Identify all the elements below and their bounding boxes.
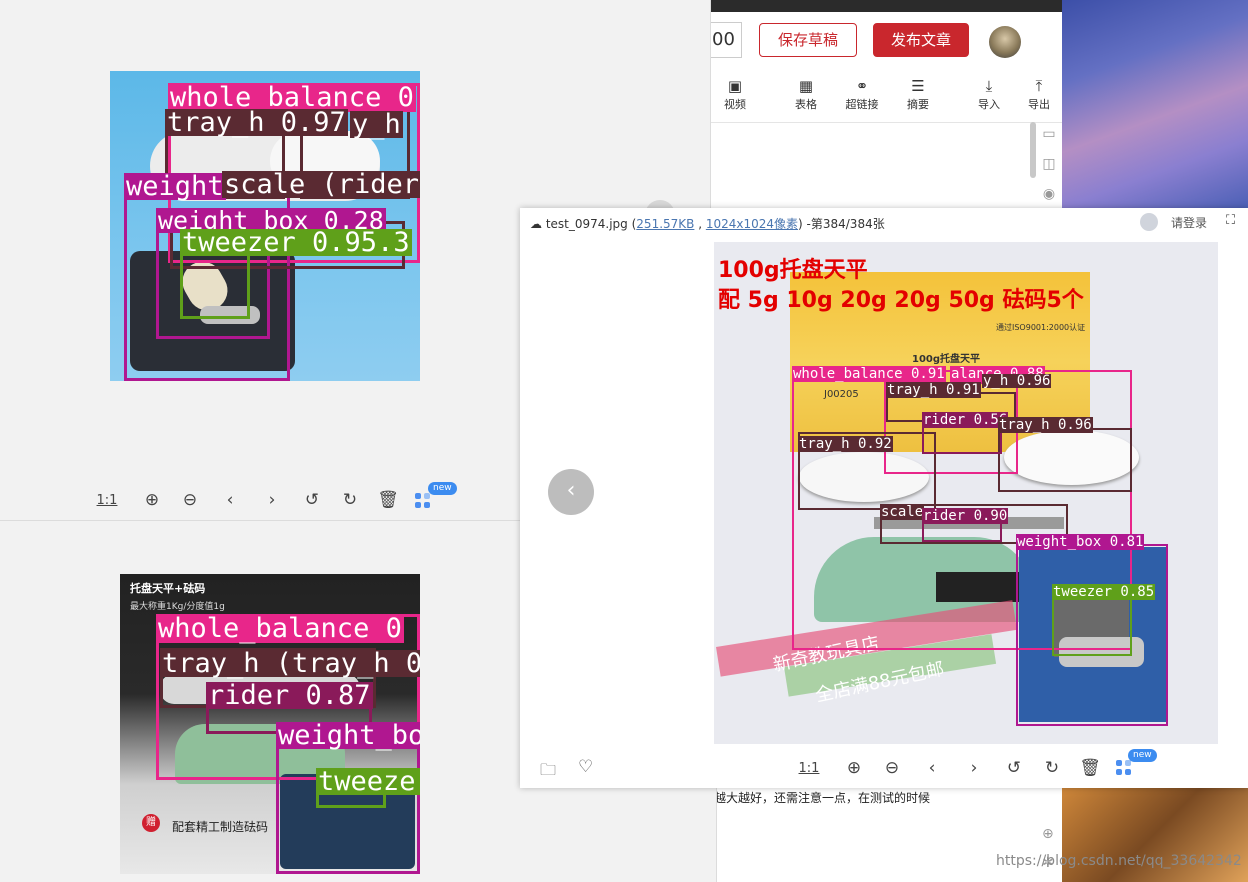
table-icon: ▦ [798,77,814,95]
label-scale: scale (rider 0 [222,171,420,198]
label-tray-top: tray_h 0.91 [886,382,981,398]
label-weight-box: weight_bo [276,722,420,749]
box-brand: 100g托盘天平 [912,354,981,365]
next-icon[interactable]: › [954,758,994,778]
detection-image-top: whole_balance 0 tray_h 0.97 y_h weight s… [110,71,420,381]
tool-label: 视频 [724,98,746,111]
delete-icon[interactable]: 🗑 [1070,758,1110,778]
side-panel: ▭ ◫ ◉ [1036,126,1062,216]
bbox-tweezer [1052,592,1132,656]
save-draft-button[interactable]: 保存草稿 [759,23,857,57]
page-number-field[interactable]: 00 [710,22,742,58]
new-badge: new [428,482,457,495]
publish-button[interactable]: 发布文章 [873,23,969,57]
split-icon[interactable]: ◫ [1036,156,1062,186]
box-iso: 通过ISO9001:2000认证 [996,323,1086,332]
crosshair-icon[interactable]: ⊕ [1042,826,1054,842]
tool-label: 超链接 [845,98,879,111]
filesize-link[interactable]: 251.57KB [636,217,694,231]
label-whole-balance: whole_balance 0 [156,613,404,644]
label-tweezer: tweezer 0.95.3 [180,227,412,258]
actual-size-button[interactable]: 1:1 [798,761,820,776]
tool-video[interactable]: ▣ 视频 [713,76,757,112]
ad-title: 托盘天平+砝码 [130,582,206,595]
viewer-toolbar-top: 1:1 ⊕ ⊖ ‹ › ↺ ↻ 🗑 [96,490,408,510]
tool-label: 导出 [1028,98,1050,111]
tool-export[interactable]: ⤒ 导出 [1017,76,1061,112]
label-weight: weight [124,171,226,202]
import-icon: ⤓ [985,77,993,95]
viewer-toolbar-front: 1:1 ⊕ ⊖ ‹ › ↺ ↻ 🗑 [798,758,1110,778]
label-scale: scale [880,504,925,520]
label-tray-right: tray_h 0.96 [998,417,1093,433]
editor-body-text[interactable]: 越大越好，还需注意一点，在测试的时候 [714,789,930,806]
bbox-tray-right [998,428,1132,492]
headline-1: 100g托盘天平 [718,258,868,283]
tool-summary[interactable]: ☰ 摘要 [896,76,940,112]
label-rider-top: rider 0.56 [922,412,1009,428]
user-avatar-icon[interactable] [1140,213,1158,231]
previous-icon[interactable]: ‹ [910,758,954,778]
detection-image-bottom: 托盘天平+砝码 最大称重1Kg/分度值1g 赠 配套精工制造砝码 whole_b… [120,574,420,874]
export-icon: ⤒ [1035,77,1043,95]
layout-icon[interactable]: ▭ [1036,126,1062,156]
summary-icon: ☰ [911,77,925,95]
video-icon: ▣ [727,77,743,95]
avatar[interactable] [989,26,1021,58]
rotate-left-icon[interactable]: ↺ [292,490,332,510]
label-tray-left: tray_h 0.92 [798,436,893,452]
favorite-icon[interactable]: ♡ [578,757,593,777]
ad-subtitle: 最大称重1Kg/分度值1g [130,602,225,612]
rotate-right-icon[interactable]: ↻ [1034,758,1070,778]
label-rider: rider 0.90 [922,508,1009,524]
login-link[interactable]: 请登录 [1171,214,1207,231]
label-whole-balance: whole_balance 0.91 [792,366,946,382]
tool-label: 摘要 [907,98,929,111]
zoom-in-icon[interactable]: ⊕ [132,490,172,510]
desktop-wallpaper [1062,0,1248,210]
ad-footer: 配套精工制造砝码 [172,820,269,834]
label-tray-top-2: y_h 0.96 [982,373,1052,389]
page-indicator: -第384/384张 [806,217,885,231]
editor-top-bar [710,0,1062,12]
open-folder-icon[interactable]: 🗀 [540,759,556,786]
tool-import[interactable]: ⤓ 导入 [967,76,1011,112]
rotate-left-icon[interactable]: ↺ [994,758,1034,778]
image-viewer-front: ☁ test_0974.jpg (251.57KB , 1024x1024像素)… [520,208,1248,788]
rotate-right-icon[interactable]: ↻ [332,490,368,510]
label-tray: tray_h 0.97 [165,107,348,138]
cloud-icon: ☁ [530,217,542,231]
label-tray-2: y_h [350,109,403,140]
previous-image-button[interactable]: ‹ [548,469,594,515]
tool-link[interactable]: ⚭ 超链接 [840,76,884,112]
zoom-in-icon[interactable]: ⊕ [834,758,874,778]
label-tray: tray_h (tray_h 0. [160,650,420,677]
dimensions-link[interactable]: 1024x1024像素 [706,217,798,231]
label-tweezer: tweezer 0.85 [1052,584,1156,600]
headline-2: 配 5g 10g 20g 20g 50g 砝码5个 [718,288,1084,313]
tool-table[interactable]: ▦ 表格 [784,76,828,112]
label-tweezer: tweezer [316,768,420,795]
previous-icon[interactable]: ‹ [208,490,252,510]
next-icon[interactable]: › [252,490,292,510]
filename: test_0974.jpg [545,217,628,231]
new-badge: new [1128,749,1157,762]
csdn-watermark: https://blog.csdn.net/qq_33642342 [996,853,1242,869]
apps-icon[interactable] [415,493,431,509]
tool-label: 导入 [978,98,1000,111]
detection-image-main: 100g托盘天平 通过ISO9001:2000认证 J00205 新奇教玩具店 … [714,242,1218,744]
apps-icon[interactable] [1116,760,1132,776]
label-rider: rider 0.87 [206,680,373,711]
viewer-title: ☁ test_0974.jpg (251.57KB , 1024x1024像素)… [530,217,885,231]
link-icon: ⚭ [855,77,869,95]
delete-icon[interactable]: 🗑 [368,490,408,510]
divider [710,122,1062,123]
tool-label: 表格 [795,98,817,111]
fullscreen-icon[interactable]: ⛶ [1226,213,1235,228]
label-weight-box: weight_box 0.81 [1016,534,1145,550]
zoom-out-icon[interactable]: ⊖ [172,490,208,510]
zoom-out-icon[interactable]: ⊖ [874,758,910,778]
actual-size-button[interactable]: 1:1 [96,493,118,508]
gift-badge: 赠 [142,814,160,832]
